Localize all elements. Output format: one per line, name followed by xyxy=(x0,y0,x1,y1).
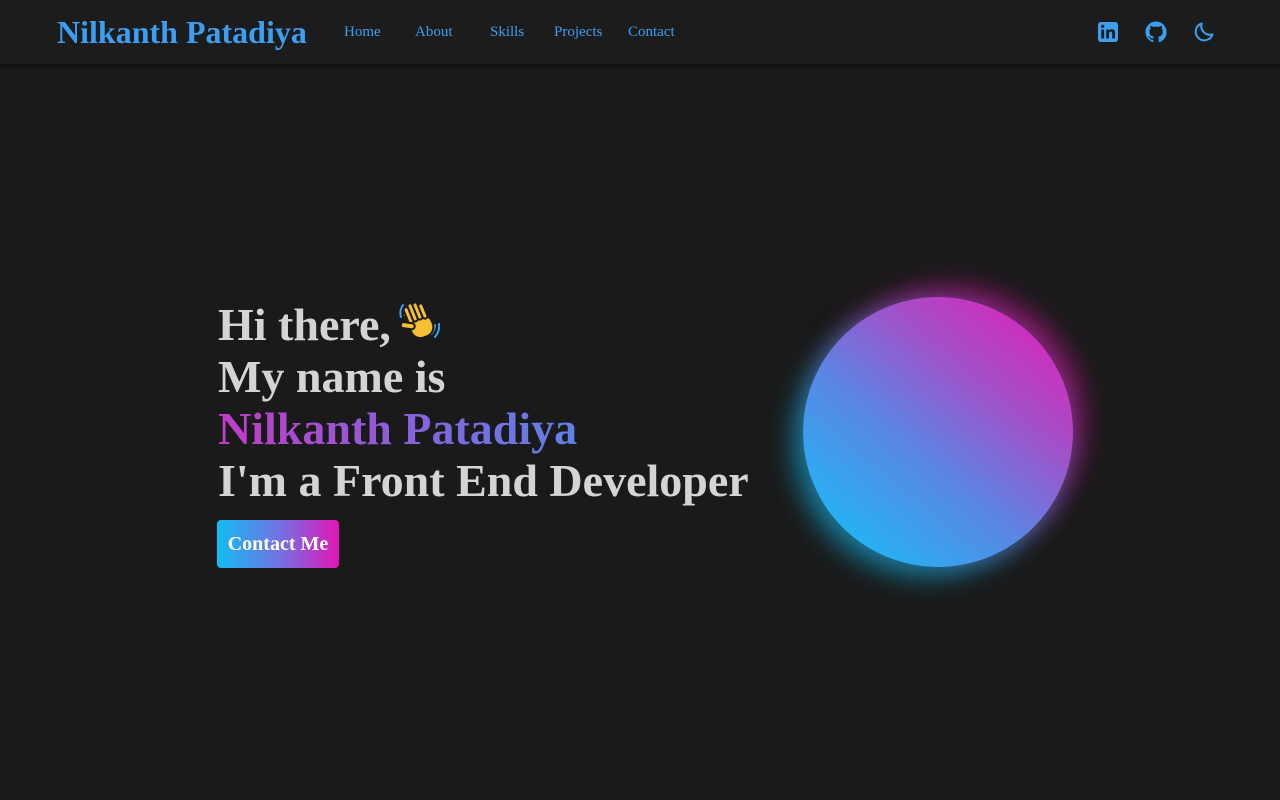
nav-link-about[interactable]: About xyxy=(415,22,453,42)
nav-link-contact[interactable]: Contact xyxy=(628,22,675,42)
navbar: Nilkanth Patadiya Home About Skills Proj… xyxy=(0,0,1280,64)
hero-greeting: Hi there, xyxy=(218,299,391,350)
hero-role: I'm a Front End Developer xyxy=(218,455,749,506)
hero-intro: My name is xyxy=(218,351,446,402)
hero-name: Nilkanth Patadiya xyxy=(218,403,749,455)
moon-icon[interactable] xyxy=(1192,20,1216,44)
nav-link-projects[interactable]: Projects xyxy=(554,22,602,42)
nav-link-home[interactable]: Home xyxy=(344,22,381,42)
hero-gradient-circle xyxy=(803,297,1073,567)
hero-greeting-line: Hi there, xyxy=(218,296,749,351)
waving-hand-icon xyxy=(395,296,443,344)
github-icon[interactable] xyxy=(1144,20,1168,44)
nav-link-skills[interactable]: Skills xyxy=(490,22,524,42)
hero-heading: Hi there, My name is Nilkanth Patadiya I… xyxy=(218,296,749,507)
brand-logo[interactable]: Nilkanth Patadiya xyxy=(57,12,307,52)
linkedin-icon[interactable] xyxy=(1096,20,1120,44)
contact-me-button[interactable]: Contact Me xyxy=(217,520,339,568)
